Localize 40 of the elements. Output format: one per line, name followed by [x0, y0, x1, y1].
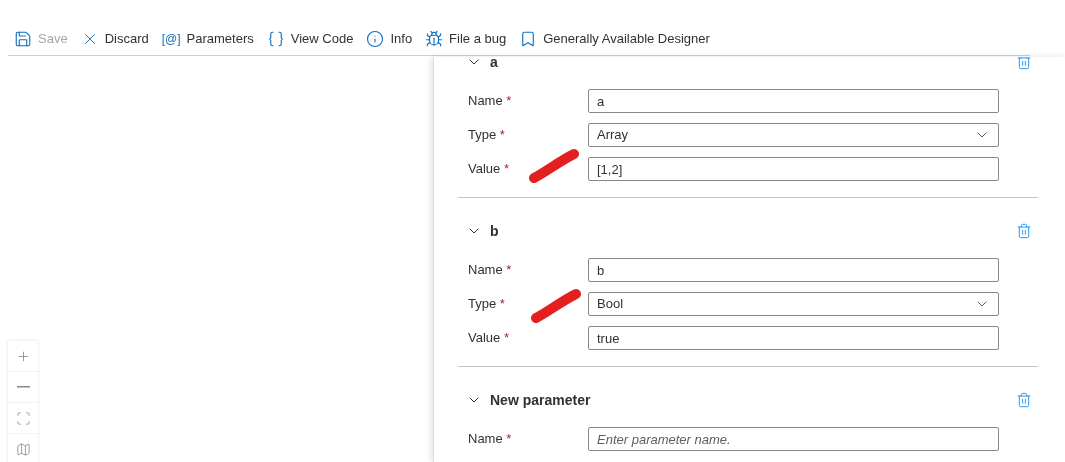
map-icon [15, 441, 31, 457]
bug-icon [425, 29, 444, 48]
trash-icon [1016, 223, 1032, 239]
text-field[interactable]: true [588, 326, 999, 350]
toolbar-button[interactable]: Generally Available Designer [515, 25, 714, 52]
field-label: Name * [468, 92, 512, 111]
field-label: Name * [468, 430, 512, 449]
section-toggle[interactable]: b [458, 220, 499, 242]
trash-icon [1016, 392, 1032, 408]
toolbar-button[interactable]: Info [362, 25, 417, 52]
trash-icon [1016, 57, 1032, 70]
delete-button[interactable] [1016, 223, 1032, 239]
delete-button[interactable] [1016, 57, 1032, 70]
text-field[interactable]: Enter parameter name. [588, 427, 999, 451]
save-icon [14, 29, 32, 48]
plus-icon [15, 348, 31, 364]
delete-button[interactable] [1016, 392, 1032, 408]
field-label: Type * [468, 126, 505, 145]
frame-icon [15, 410, 31, 426]
toolbar-button[interactable]: View Code [262, 25, 358, 52]
parameters-icon: [@] [161, 29, 181, 48]
braces-icon [266, 29, 285, 48]
field-label: Type * [468, 295, 505, 314]
section-toggle[interactable]: a [458, 57, 498, 73]
type-dropdown[interactable]: Array [588, 123, 999, 147]
type-dropdown[interactable]: Bool [588, 292, 999, 316]
info-icon [366, 29, 385, 48]
toolbar-button[interactable]: File a bug [421, 25, 511, 52]
field-label: Value * [468, 329, 509, 348]
text-field[interactable]: a [588, 89, 999, 113]
marker-stroke [530, 288, 582, 324]
text-field[interactable]: [1,2] [588, 157, 999, 181]
field-label: Value * [468, 160, 509, 179]
section-toggle[interactable]: New parameter [458, 389, 591, 411]
field-label: Name * [468, 261, 512, 280]
text-field[interactable]: b [588, 258, 999, 282]
toolbar-button[interactable]: [@] Parameters [157, 25, 258, 52]
minus-icon [16, 386, 30, 388]
toolbar-button[interactable]: Discard [76, 25, 153, 52]
marker-stroke [528, 148, 580, 184]
